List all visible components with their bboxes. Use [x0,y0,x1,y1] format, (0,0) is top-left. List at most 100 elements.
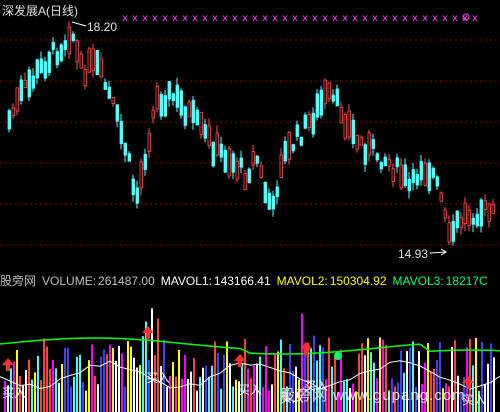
candle-body [443,209,447,219]
candle-body [211,141,215,167]
volume-bar [94,375,96,412]
volume-bar [232,386,234,412]
candle-body [179,90,183,116]
signal-marker: x [182,13,188,24]
candle-body [379,162,383,170]
buy-signal-label: 买入 [462,393,486,407]
signal-marker: x [162,13,168,24]
signal-marker: x [222,13,228,24]
volume-bar [130,346,132,412]
signal-marker: x [372,13,378,24]
watermark: 股旁网 www.gupang.com [280,387,466,404]
candle-body [459,217,463,229]
candle-body [39,58,43,73]
volume-bar [271,384,273,412]
signal-marker: x [472,13,478,24]
volume-bar [61,363,63,412]
volume-bar [184,354,186,412]
signal-marker: x [362,13,368,24]
volume-bar [151,308,153,412]
candle-body [295,124,299,137]
candle-body [91,48,95,71]
volume-bar [226,341,228,412]
buy-signal-label: 买入 [238,383,262,397]
candle-body [43,61,47,79]
candle-body [107,86,111,99]
volume-bar [268,390,270,412]
candle-body [307,114,311,128]
signal-marker: x [402,13,408,24]
candle-body [191,99,195,123]
candle-body [79,53,83,69]
candle-body [67,27,71,55]
candle-body [75,40,79,63]
candle-body [127,153,131,162]
candle-body [335,88,339,107]
volume-bar [148,360,150,412]
volume-bar [490,343,492,412]
candle-body [339,107,343,124]
volume-bar [214,341,216,412]
candle-body [463,202,467,225]
volume-bar [223,354,225,412]
chart-title: 深发展A(日线) [2,4,78,18]
buy-signal-label: 买入 [2,386,26,400]
candle-body [383,156,387,167]
candle-body [303,114,307,129]
candle-body [47,51,51,73]
candle-body [475,213,479,227]
candle-body [395,157,399,168]
candle-body [187,101,191,118]
candle-body [207,125,211,147]
candle-body [419,161,423,181]
volume-bar [67,348,69,412]
signal-marker: x [322,13,328,24]
candle-body [123,142,127,156]
volume-bar [181,378,183,412]
candle-body [203,124,207,139]
signal-marker: x [272,13,278,24]
price-chart[interactable]: xxxxxxxxxxxxxxxxxxxxxxxxxxxxxxxxxxxx [0,0,500,270]
volume-bar [121,353,123,412]
candle-body [99,58,103,78]
candle-body [103,81,107,90]
candle-body [483,200,487,210]
volume-bar [76,356,78,412]
buy-signal-label: 买入 [146,371,170,385]
volume-bar [118,345,120,412]
volume-bar [55,368,57,412]
candle-body [251,151,255,166]
volume-bar [46,346,48,412]
candle-body [19,79,23,102]
volume-bar [49,368,51,412]
candle-body [259,165,263,178]
candle-body [391,168,395,182]
candle-body [371,139,375,149]
low-pointer [429,251,447,254]
candle-body [411,169,415,183]
volume-bar [202,367,204,412]
signal-marker: x [242,13,248,24]
candle-body [223,150,227,173]
candle-body [367,132,371,156]
volume-value: 261487.00 [98,274,155,288]
candle-body [55,51,59,66]
candle-body [27,69,31,98]
candle-body [147,133,151,152]
signal-marker: x [412,13,418,24]
volume-bar [103,349,105,412]
candle-body [239,157,243,168]
volume-bar [217,352,219,412]
candle-body [291,144,295,152]
candle-body [331,94,335,102]
candle-body [435,176,439,187]
price-high-label: 18.20 [87,20,118,34]
candle-body [491,204,495,214]
volume-bar [82,381,84,412]
signal-marker: x [212,13,218,24]
volume-bar [70,386,72,412]
volume-bar [88,360,90,412]
volume-bar [43,338,45,412]
mavol3-label: MAVOL3: [392,274,444,288]
candle-body [351,119,355,145]
